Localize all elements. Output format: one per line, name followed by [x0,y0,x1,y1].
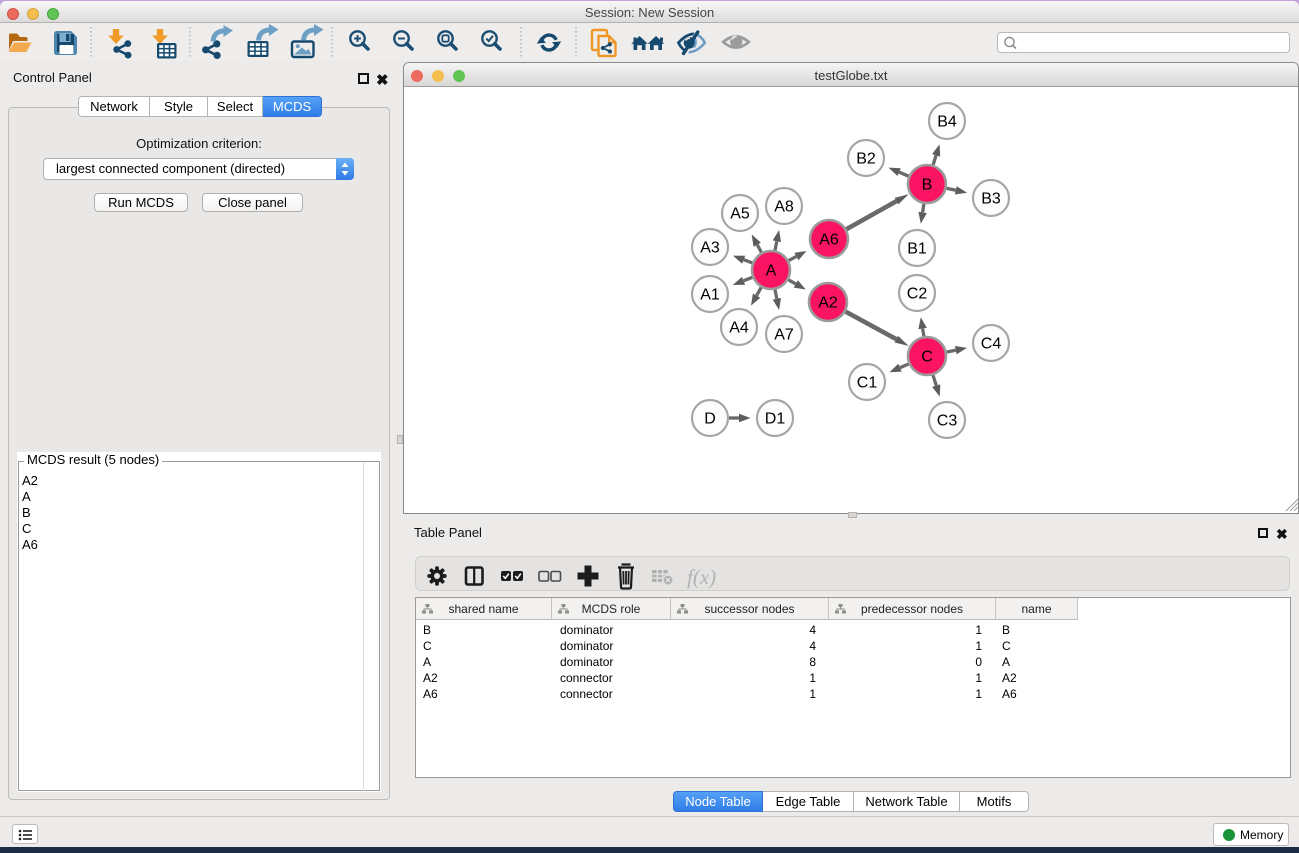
svg-text:B4: B4 [937,114,957,131]
svg-text:A6: A6 [819,232,839,249]
svg-text:B2: B2 [856,151,876,168]
svg-text:B1: B1 [907,241,927,258]
svg-text:D: D [704,411,716,428]
svg-text:C1: C1 [857,375,878,392]
svg-text:A7: A7 [774,327,794,344]
svg-text:B: B [922,177,933,194]
svg-text:A1: A1 [700,287,720,304]
svg-text:A2: A2 [818,295,838,312]
svg-text:B3: B3 [981,191,1001,208]
svg-text:A8: A8 [774,199,794,216]
svg-text:A: A [766,263,777,280]
svg-text:C3: C3 [937,413,958,430]
svg-text:C: C [921,349,933,366]
svg-text:A3: A3 [700,240,720,257]
svg-text:C4: C4 [981,336,1002,353]
svg-text:A4: A4 [729,320,749,337]
svg-text:A5: A5 [730,206,750,223]
svg-text:D1: D1 [765,411,786,428]
svg-text:f(x): f(x) [687,565,716,589]
svg-text:C2: C2 [907,286,928,303]
